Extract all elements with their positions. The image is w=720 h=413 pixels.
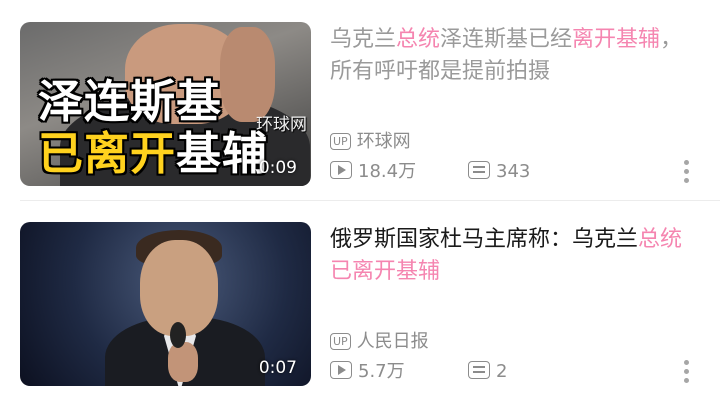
stats-row: 18.4万 343 — [330, 160, 530, 184]
thumbnail-caption-rest: 基辅 — [176, 127, 269, 180]
video-thumbnail[interactable]: 0:07 — [20, 222, 311, 386]
uploader-row[interactable]: UP 环球网 — [330, 130, 411, 154]
play-count-icon — [330, 161, 352, 179]
title-segment: 泽连斯基已经 — [440, 27, 573, 52]
uploader-row[interactable]: UP 人民日报 — [330, 330, 429, 354]
video-duration: 0:07 — [258, 358, 297, 378]
comment-count-icon — [468, 161, 490, 179]
video-duration: 0:09 — [258, 158, 297, 178]
title-segment: 乌克兰 — [330, 27, 397, 52]
play-count-icon — [330, 361, 352, 379]
thumbnail-caption-highlight: 已离开 — [38, 127, 177, 180]
more-vertical-icon[interactable] — [684, 160, 690, 187]
video-title[interactable]: 俄罗斯国家杜马主席称：乌克兰总统已离开基辅 — [330, 224, 690, 288]
thumbnail-caption-line1: 泽连斯基 — [38, 75, 223, 128]
title-highlight: 离开基辅 — [572, 27, 661, 52]
video-item[interactable]: 0:07 俄罗斯国家杜马主席称：乌克兰总统已离开基辅 UP 人民日报 5.7万 2 — [0, 210, 720, 400]
comment-count-icon — [468, 361, 490, 379]
thumbnail-hand — [220, 27, 275, 122]
thumbnail-watermark: 环球网 — [256, 115, 307, 135]
thumbnail-hand — [168, 342, 198, 382]
title-highlight: 总统 — [396, 27, 441, 52]
up-badge-icon: UP — [330, 133, 351, 150]
thumbnail-caption-line2: 已离开基辅 — [38, 130, 268, 178]
play-count: 5.7万 — [358, 361, 405, 382]
more-vertical-icon[interactable] — [684, 360, 690, 387]
microphone-icon — [170, 322, 186, 348]
comment-count: 343 — [496, 161, 531, 182]
divider — [20, 200, 720, 201]
up-badge-icon: UP — [330, 333, 351, 350]
video-thumbnail[interactable]: 泽连斯基 已离开基辅 环球网 0:09 — [20, 22, 311, 186]
video-title[interactable]: 乌克兰总统泽连斯基已经离开基辅，所有呼吁都是提前拍摄 — [330, 24, 690, 88]
video-item[interactable]: 泽连斯基 已离开基辅 环球网 0:09 乌克兰总统泽连斯基已经离开基辅，所有呼吁… — [0, 10, 720, 200]
stats-row: 5.7万 2 — [330, 360, 507, 384]
uploader-name: 人民日报 — [356, 331, 429, 352]
title-segment: 俄罗斯国家杜马主席称：乌克兰 — [330, 227, 639, 252]
uploader-name: 环球网 — [356, 131, 411, 152]
play-count: 18.4万 — [358, 161, 417, 182]
comment-count: 2 — [496, 361, 508, 382]
